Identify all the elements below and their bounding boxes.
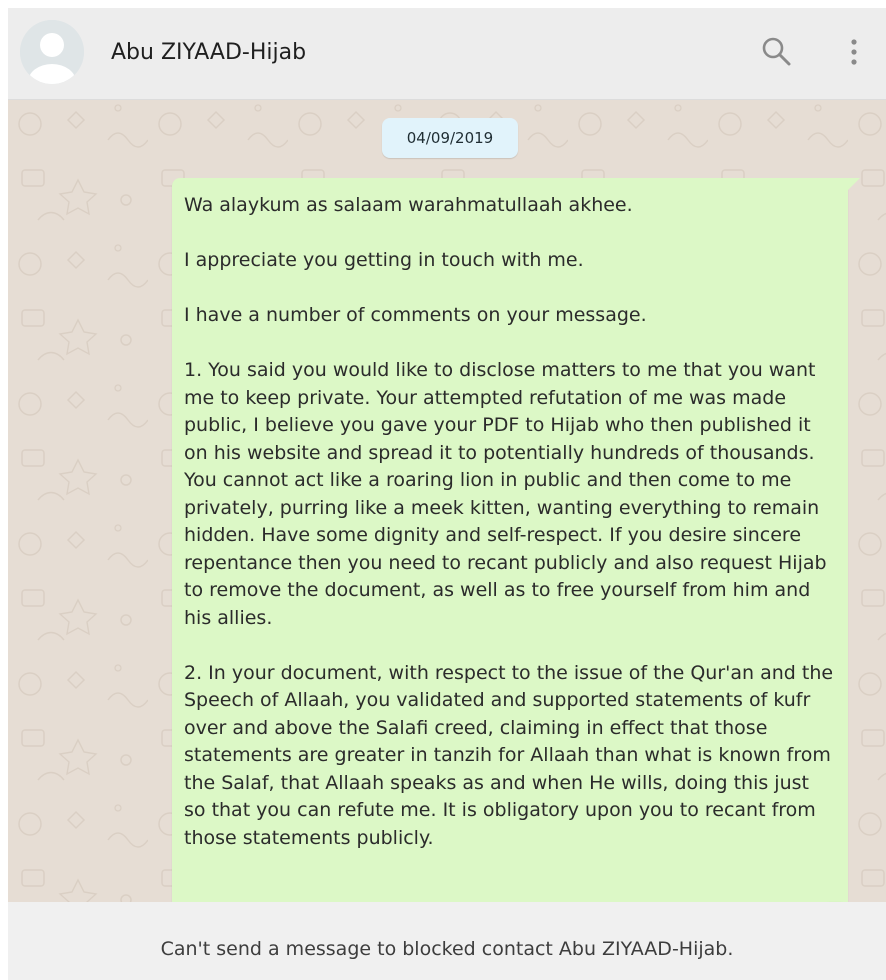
contact-name[interactable]: Abu ZIYAAD-Hijab — [111, 40, 306, 65]
chat-header: Abu ZIYAAD-Hijab — [8, 8, 886, 100]
composer-footer: Can't send a message to blocked contact … — [8, 902, 886, 980]
message-list[interactable]: 04/09/2019 Wa alaykum as salaam warahmat… — [8, 100, 886, 902]
blocked-contact-notice: Can't send a message to blocked contact … — [160, 938, 734, 960]
more-vertical-icon[interactable] — [844, 35, 864, 69]
message-paragraph: Wa alaykum as salaam warahmatullaah akhe… — [184, 194, 633, 216]
message-paragraph: 2. In your document, with respect to the… — [184, 661, 834, 849]
message-paragraph: I have a number of comments on your mess… — [184, 304, 647, 326]
chat-window: Abu ZIYAAD-Hijab 04/09/2019 Wa alaykum a… — [8, 8, 886, 980]
bubble-tail — [848, 178, 860, 190]
search-icon[interactable] — [760, 35, 794, 69]
default-avatar-icon[interactable] — [20, 20, 84, 84]
outgoing-message-bubble[interactable]: Wa alaykum as salaam warahmatullaah akhe… — [172, 178, 848, 902]
message-paragraph: I appreciate you getting in touch with m… — [184, 249, 584, 271]
message-paragraph: 1. You said you would like to disclose m… — [184, 359, 827, 629]
date-divider: 04/09/2019 — [382, 118, 518, 158]
